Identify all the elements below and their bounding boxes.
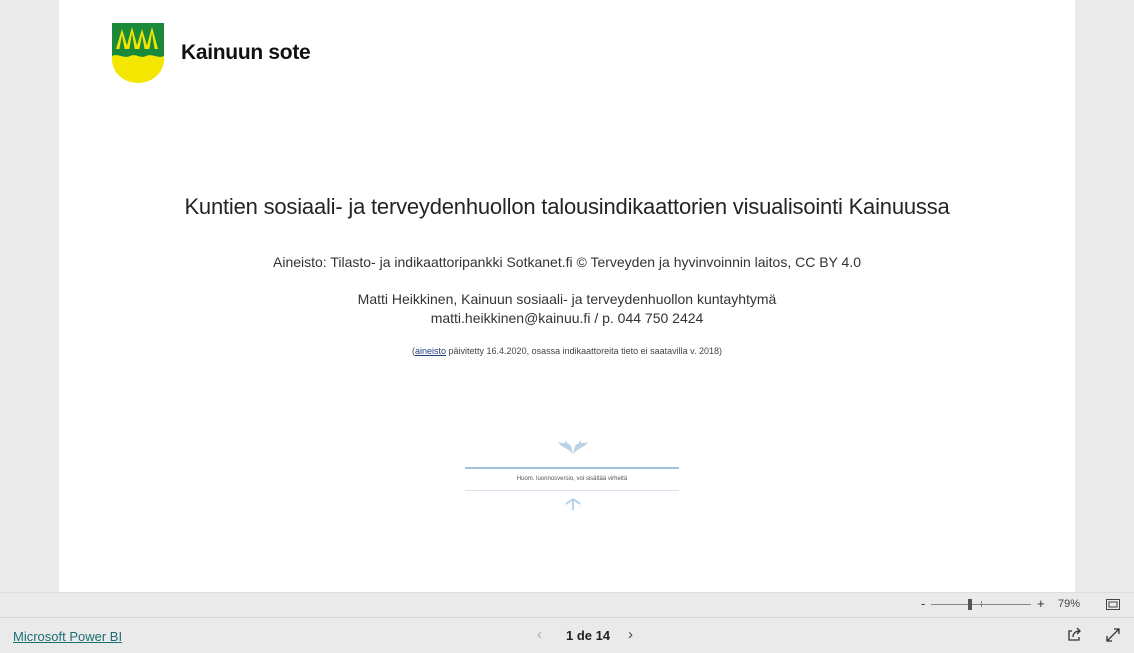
fit-to-page-icon[interactable] (1106, 599, 1120, 610)
zoom-in-button[interactable]: + (1037, 596, 1045, 611)
logo: Kainuun sote (112, 23, 311, 83)
page-indicator: 1 de 14 (566, 628, 611, 643)
notice-bottom-divider (465, 490, 679, 491)
chevron-right-icon[interactable]: › (628, 626, 633, 643)
author-contact: matti.heikkinen@kainuu.fi / p. 044 750 2… (430, 310, 704, 326)
ornament-icon (558, 440, 588, 454)
author-name: Matti Heikkinen, Kainuun sosiaali- ja te… (357, 291, 777, 307)
chevron-left-icon[interactable]: ‹ (537, 626, 542, 643)
report-canvas: Kainuun sote Kuntien sosiaali- ja tervey… (59, 0, 1075, 592)
power-bi-link[interactable]: Microsoft Power BI (13, 629, 122, 644)
ornament-bottom-icon (565, 498, 581, 510)
note-rest: päivitetty 16.4.2020, osassa indikaattor… (446, 346, 723, 356)
zoom-out-button[interactable]: - (921, 596, 925, 611)
zoom-slider-thumb[interactable] (968, 599, 972, 610)
data-source: Aineisto: Tilasto- ja indikaattoripankki… (273, 254, 861, 270)
fullscreen-icon[interactable] (1106, 628, 1120, 642)
logo-text: Kainuun sote (181, 41, 311, 64)
notice-top-divider (465, 467, 679, 469)
note-link[interactable]: aineisto (415, 346, 446, 356)
zoom-slider-tick (981, 601, 982, 607)
zoom-level: 79% (1058, 598, 1081, 610)
update-note: (aineisto päivitetty 16.4.2020, osassa i… (59, 346, 1075, 356)
kainuun-sote-emblem (112, 23, 164, 83)
zoom-bar: - + 79% (0, 592, 1134, 617)
footer-bar: Microsoft Power BI ‹ 1 de 14 › (0, 617, 1134, 653)
draft-notice-text: Huom. luonnosversio, voi sisältää virhei… (516, 476, 628, 482)
share-icon[interactable] (1067, 627, 1082, 642)
author-info: Matti Heikkinen, Kainuun sosiaali- ja te… (59, 290, 1075, 328)
draft-notice: Huom. luonnosversio, voi sisältää virhei… (465, 434, 679, 514)
report-title: Kuntien sosiaali- ja terveydenhuollon ta… (184, 194, 950, 219)
